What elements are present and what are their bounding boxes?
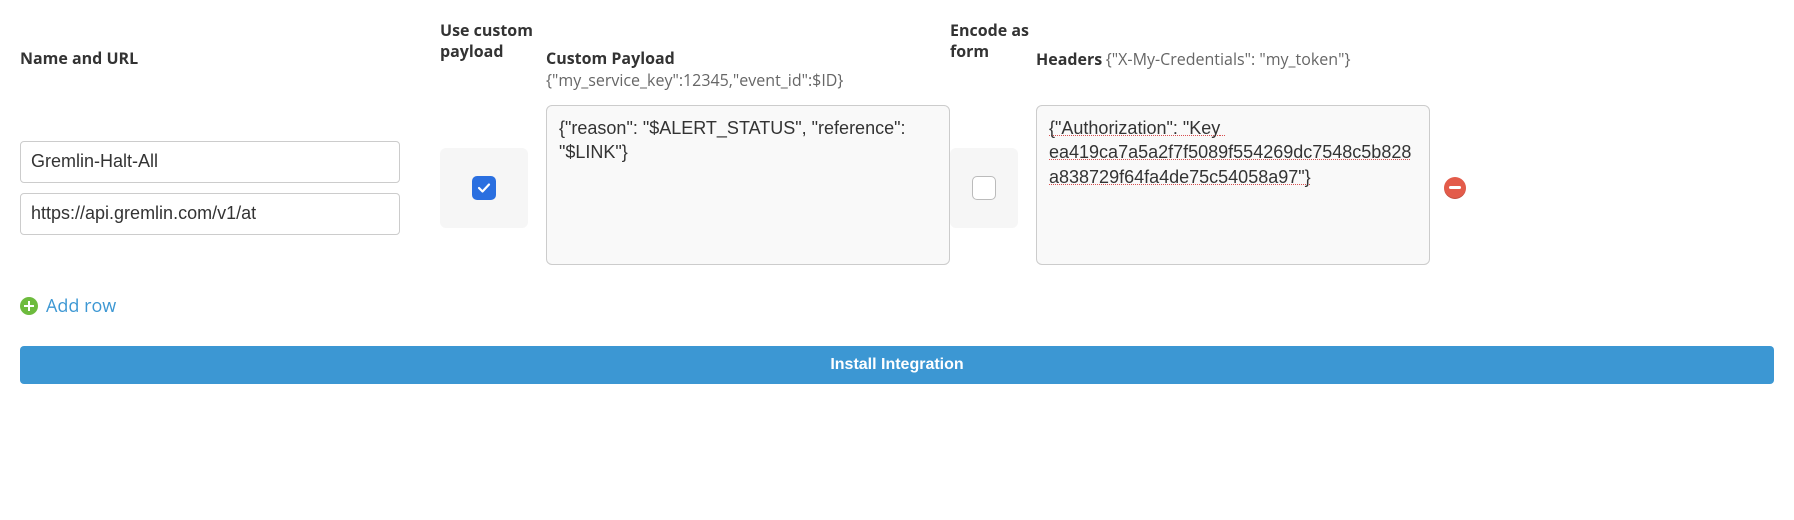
col-header-custom-payload-hint: {"my_service_key":12345,"event_id":$ID} [546,69,950,91]
col-header-headers-hint: {"X-My-Credentials": "my_token"} [1106,48,1351,70]
table-row [20,105,1774,270]
name-input[interactable] [20,141,400,183]
col-header-custom-payload: Custom Payload [546,47,675,69]
add-row-label: Add row [46,294,116,318]
use-custom-payload-checkbox[interactable] [472,176,496,200]
col-header-encode-form: Encode as form [950,20,1030,62]
url-input[interactable] [20,193,400,235]
col-header-name-url: Name and URL [20,47,138,69]
headers-textarea[interactable] [1036,105,1430,265]
add-row-button[interactable]: Add row [20,294,1774,318]
plus-circle-icon [20,297,38,315]
integration-config-table: Name and URL Use custom payload Custom P… [20,20,1774,384]
custom-payload-textarea[interactable] [546,105,950,265]
header-row: Name and URL Use custom payload Custom P… [20,20,1774,91]
col-header-use-custom: Use custom payload [440,20,540,62]
remove-row-button[interactable] [1444,177,1466,199]
encode-as-form-checkbox[interactable] [972,176,996,200]
col-header-headers: Headers [1036,48,1102,70]
install-integration-button[interactable]: Install Integration [20,346,1774,384]
